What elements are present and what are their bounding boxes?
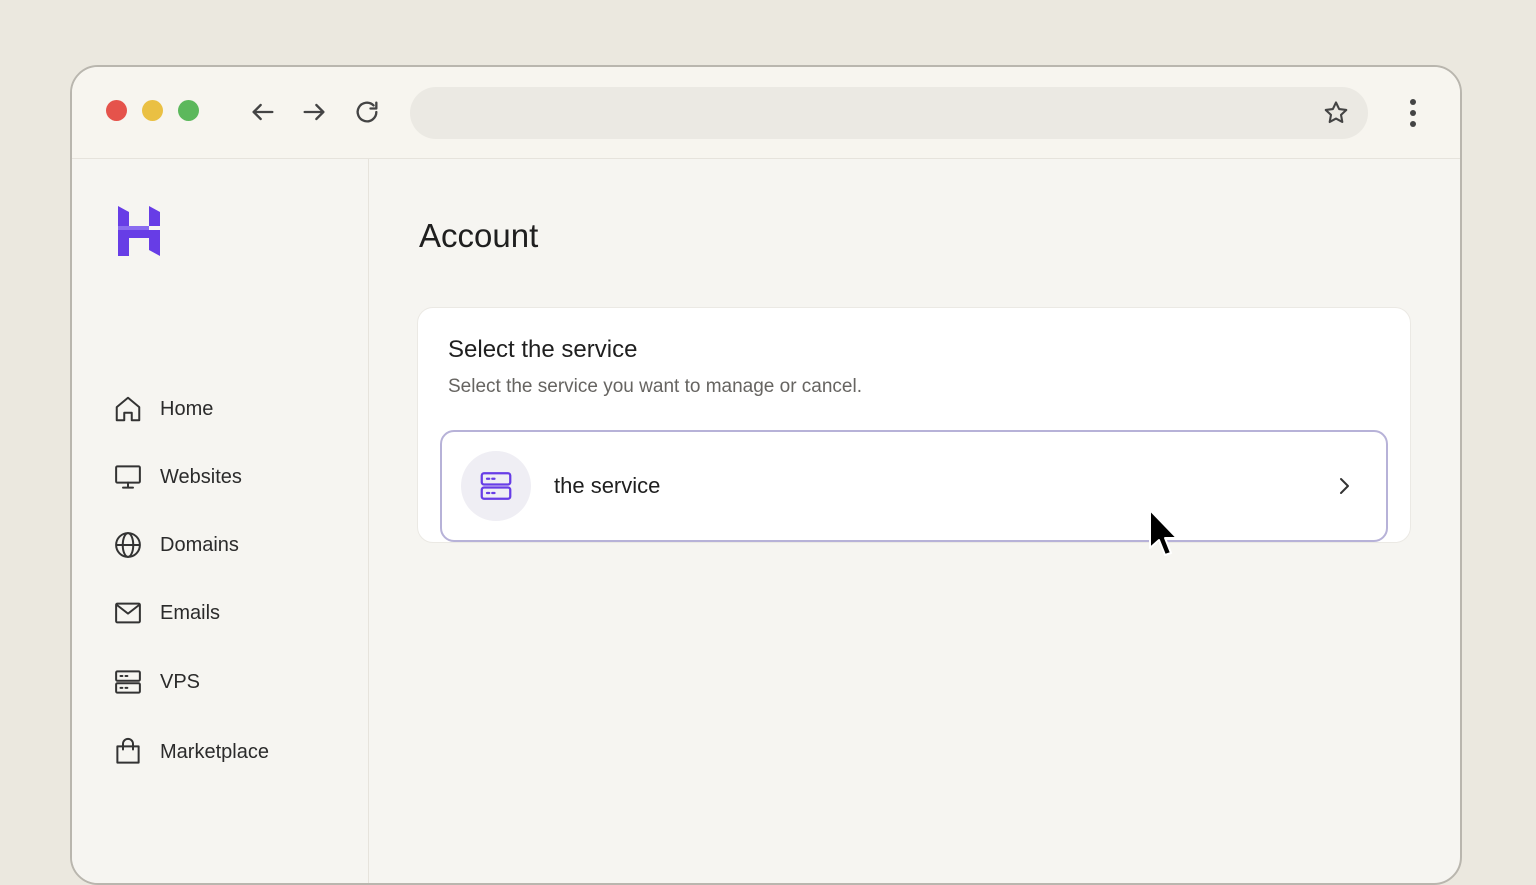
card-subtitle: Select the service you want to manage or… xyxy=(448,376,863,397)
sidebar-item-domains[interactable]: Domains xyxy=(112,525,342,565)
server-icon xyxy=(480,472,512,500)
page-title: Account xyxy=(419,217,539,254)
sidebar-item-label: Marketplace xyxy=(160,740,269,763)
sidebar-item-label: Domains xyxy=(160,533,239,556)
close-window-button[interactable] xyxy=(106,100,127,121)
forward-button[interactable] xyxy=(299,97,329,127)
sidebar: Home Websites Domains Emails VPS Marketp… xyxy=(72,159,369,883)
sidebar-item-label: VPS xyxy=(160,670,201,693)
back-arrow-icon xyxy=(252,103,274,121)
reload-icon xyxy=(356,101,378,123)
service-label: the service xyxy=(554,473,661,498)
main-content: Account Select the service Select the se… xyxy=(369,159,1460,883)
globe-icon xyxy=(112,529,144,561)
card-title: Select the service xyxy=(448,336,638,363)
sidebar-item-emails[interactable]: Emails xyxy=(112,593,342,633)
kebab-menu-icon xyxy=(1410,99,1416,127)
sidebar-item-websites[interactable]: Websites xyxy=(112,457,342,497)
service-icon-badge xyxy=(461,451,531,521)
kebab-menu-button[interactable] xyxy=(1398,97,1428,129)
sidebar-item-label: Emails xyxy=(160,601,221,624)
mail-icon xyxy=(112,597,144,629)
hostinger-logo[interactable] xyxy=(116,206,162,256)
forward-arrow-icon xyxy=(303,103,325,121)
minimize-window-button[interactable] xyxy=(142,100,163,121)
monitor-icon xyxy=(112,461,144,493)
home-icon xyxy=(112,393,144,425)
shopping-bag-icon xyxy=(112,736,144,768)
address-bar[interactable] xyxy=(410,87,1368,139)
select-service-card: Select the service Select the service yo… xyxy=(417,307,1411,543)
reload-button[interactable] xyxy=(352,97,382,127)
chevron-right-icon xyxy=(1340,478,1349,494)
sidebar-item-marketplace[interactable]: Marketplace xyxy=(112,732,342,772)
back-button[interactable] xyxy=(248,97,278,127)
browser-window: Home Websites Domains Emails VPS Marketp… xyxy=(70,65,1462,885)
star-icon[interactable] xyxy=(1322,99,1350,127)
sidebar-item-label: Websites xyxy=(160,465,242,488)
server-icon xyxy=(112,666,144,698)
maximize-window-button[interactable] xyxy=(178,100,199,121)
sidebar-item-home[interactable]: Home xyxy=(112,389,342,429)
service-option[interactable]: the service xyxy=(440,430,1388,542)
browser-toolbar xyxy=(72,67,1460,159)
sidebar-item-label: Home xyxy=(160,397,214,420)
sidebar-item-vps[interactable]: VPS xyxy=(112,662,342,702)
